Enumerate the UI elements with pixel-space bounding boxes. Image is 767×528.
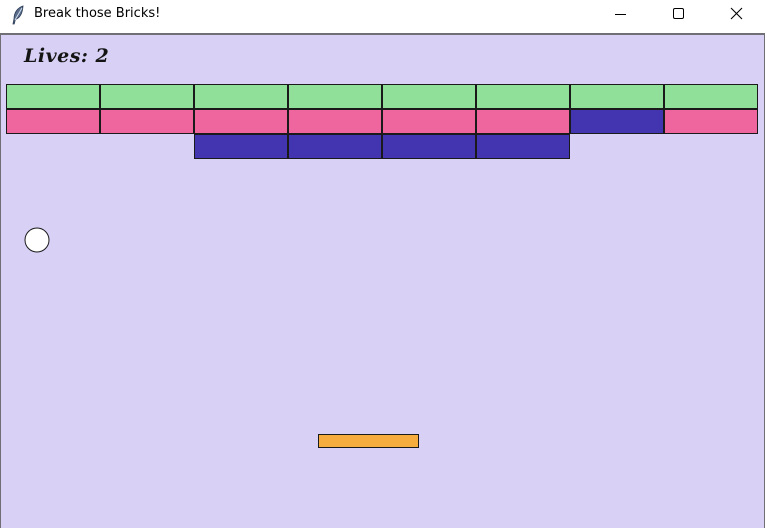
brick-pink bbox=[100, 109, 194, 134]
brick-green bbox=[194, 84, 288, 109]
brick-pink bbox=[6, 109, 100, 134]
brick-purple bbox=[288, 134, 382, 159]
brick-pink bbox=[288, 109, 382, 134]
brick-green bbox=[100, 84, 194, 109]
paddle bbox=[318, 434, 419, 448]
brick-purple bbox=[194, 134, 288, 159]
ball bbox=[24, 227, 50, 253]
brick-pink bbox=[194, 109, 288, 134]
brick-pink bbox=[382, 109, 476, 134]
lives-counter: Lives: 2 bbox=[24, 45, 110, 67]
game-window: Break those Bricks! Lives: 2 bbox=[0, 0, 767, 528]
brick-purple bbox=[476, 134, 570, 159]
brick-green bbox=[288, 84, 382, 109]
brick-purple bbox=[570, 109, 664, 134]
game-scene bbox=[6, 84, 758, 448]
brick-green bbox=[382, 84, 476, 109]
brick-green bbox=[664, 84, 758, 109]
brick-green bbox=[570, 84, 664, 109]
brick-purple bbox=[382, 134, 476, 159]
brick-pink bbox=[476, 109, 570, 134]
brick-green bbox=[476, 84, 570, 109]
brick-green bbox=[6, 84, 100, 109]
brick-pink bbox=[664, 109, 758, 134]
